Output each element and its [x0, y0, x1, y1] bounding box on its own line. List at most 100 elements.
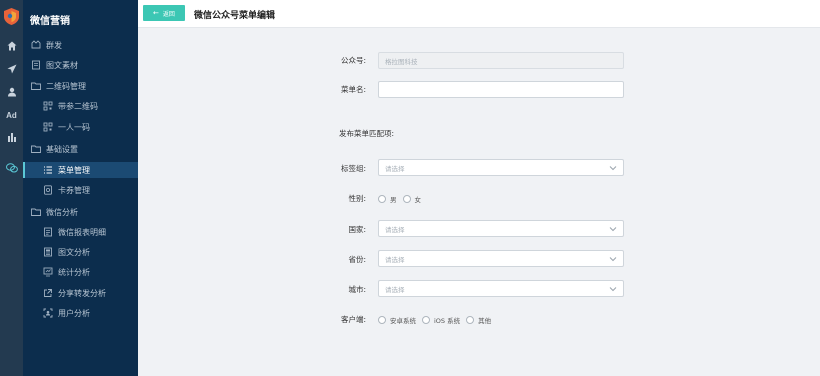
broadcast-icon [31, 40, 41, 50]
back-button[interactable]: ← 返回 [143, 5, 185, 21]
account-field: 格拉图科技 [378, 52, 624, 69]
country-label: 国家: [348, 225, 366, 234]
folder-icon [31, 144, 41, 154]
radio-label: 女 [414, 196, 422, 204]
menu-item-label: 一人一码 [58, 122, 90, 132]
client-label: 客户端: [340, 315, 366, 324]
qrcode-icon [43, 101, 53, 111]
folder-icon [31, 81, 41, 91]
document-icon [43, 247, 53, 257]
province-select[interactable]: 请选择 [378, 250, 624, 267]
account-label: 公众号: [340, 56, 366, 65]
menu-item-label: 图文素材 [46, 60, 78, 70]
radio-label: iOS 系统 [434, 317, 461, 325]
chevron-down-icon [609, 285, 617, 295]
gender-label: 性别: [348, 194, 366, 203]
menu-item-label: 卡券管理 [58, 185, 90, 195]
gender-option-male[interactable]: 男 [378, 194, 397, 204]
menu-item-label: 菜单管理 [58, 165, 90, 175]
client-option-android[interactable]: 安卓系统 [378, 315, 416, 325]
country-select[interactable]: 请选择 [378, 220, 624, 237]
app-logo-icon [4, 8, 19, 25]
province-placeholder: 请选择 [385, 255, 405, 264]
qrcode-icon [43, 122, 53, 132]
side-menu: 微信营销 群发 图文素材 二维码管理 带参二维码 一人一码 基础设置 菜单管理 … [23, 0, 138, 376]
menu-item-param-qrcode[interactable]: 带参二维码 [23, 98, 138, 114]
user-icon[interactable] [0, 84, 23, 100]
coupon-icon [43, 185, 53, 195]
arrow-left-icon: ← [153, 9, 159, 17]
back-button-label: 返回 [162, 10, 175, 18]
chevron-down-icon [609, 225, 617, 235]
radio-circle [378, 195, 386, 203]
account-value: 格拉图科技 [385, 57, 418, 66]
city-label: 城市: [348, 285, 366, 294]
menu-item-user-analysis[interactable]: 用户分析 [23, 305, 138, 321]
client-option-ios[interactable]: iOS 系统 [422, 315, 460, 325]
report-icon [43, 227, 53, 237]
menu-item-menu-manage[interactable]: 菜单管理 [23, 162, 138, 178]
user-scan-icon [43, 308, 53, 318]
chevron-down-icon [609, 255, 617, 265]
province-label: 省份: [348, 255, 366, 264]
tag-group-label: 标签组: [340, 164, 366, 173]
folder-icon [31, 207, 41, 217]
send-icon[interactable] [0, 61, 23, 77]
menu-item-articles[interactable]: 图文素材 [23, 57, 138, 73]
menu-item-label: 带参二维码 [58, 101, 98, 111]
tag-group-placeholder: 请选择 [385, 164, 405, 173]
icon-rail: Ad [0, 0, 23, 376]
radio-circle [402, 195, 411, 203]
menu-item-stats-analysis[interactable]: 统计分析 [23, 264, 138, 280]
menu-item-card-manage[interactable]: 卡券管理 [23, 182, 138, 198]
tag-group-select[interactable]: 请选择 [378, 159, 624, 176]
bar-chart-icon[interactable] [0, 129, 23, 145]
menu-item-wechat-analysis[interactable]: 微信分析 [23, 204, 138, 220]
monitor-chart-icon [43, 267, 53, 277]
radio-circle [466, 316, 475, 324]
menu-item-basic-settings[interactable]: 基础设置 [23, 141, 138, 157]
ad-label: Ad [6, 110, 17, 120]
menu-item-label: 图文分析 [58, 247, 90, 257]
menu-edit-form: 公众号: 格拉图科技 菜单名: 发布菜单匹配项: 标签组: 请选择 性别: 男 … [138, 28, 820, 376]
gender-radio-group: 男 女 [378, 194, 427, 204]
city-select[interactable]: 请选择 [378, 280, 624, 297]
share-icon [43, 288, 53, 298]
menu-item-label: 基础设置 [46, 144, 78, 154]
gender-option-female[interactable]: 女 [402, 194, 422, 204]
wechat-icon[interactable] [0, 160, 23, 176]
chevron-down-icon [609, 164, 617, 174]
menu-item-share-analysis[interactable]: 分享转发分析 [23, 285, 138, 301]
radio-label: 男 [390, 196, 397, 204]
menu-item-label: 用户分析 [58, 308, 90, 318]
menu-item-label: 微信分析 [46, 207, 78, 217]
radio-label: 安卓系统 [390, 317, 416, 325]
home-icon[interactable] [0, 38, 23, 54]
country-placeholder: 请选择 [385, 225, 405, 234]
menu-name-input[interactable] [378, 81, 624, 98]
menu-item-label: 分享转发分析 [58, 288, 106, 298]
ad-icon[interactable]: Ad [0, 107, 23, 123]
radio-circle [378, 316, 386, 324]
client-option-other[interactable]: 其他 [466, 315, 491, 325]
radio-label: 其他 [478, 317, 492, 325]
menu-item-label: 群发 [46, 40, 62, 50]
menu-name-label: 菜单名: [340, 85, 366, 94]
brand-title: 微信营销 [30, 16, 70, 27]
menu-item-qrcode-manage[interactable]: 二维码管理 [23, 78, 138, 94]
list-icon [43, 165, 53, 175]
client-radio-group: 安卓系统 iOS 系统 其他 [378, 315, 497, 325]
city-placeholder: 请选择 [385, 285, 405, 294]
menu-item-report-detail[interactable]: 微信报表明细 [23, 224, 138, 240]
document-icon [31, 60, 41, 70]
menu-item-mass-send[interactable]: 群发 [23, 37, 138, 53]
menu-item-article-analysis[interactable]: 图文分析 [23, 244, 138, 260]
menu-item-label: 微信报表明细 [58, 227, 106, 237]
radio-circle [422, 316, 430, 324]
match-section-label: 发布菜单匹配项: [339, 129, 395, 138]
top-bar: ← 返回 微信公众号菜单编辑 [138, 0, 820, 28]
page-title: 微信公众号菜单编辑 [194, 11, 276, 21]
menu-item-one-code[interactable]: 一人一码 [23, 119, 138, 135]
menu-item-label: 统计分析 [58, 267, 90, 277]
menu-item-label: 二维码管理 [46, 81, 86, 91]
